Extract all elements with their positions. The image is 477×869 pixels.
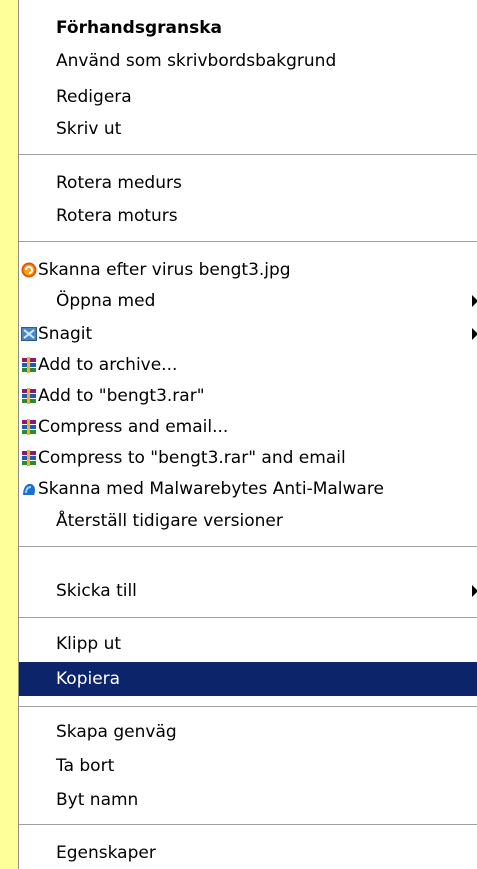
menu-separator (19, 706, 477, 708)
menu-item-add-to-archive[interactable]: Add to archive... (19, 349, 477, 381)
menu-item-rename[interactable]: Byt namn (19, 784, 477, 816)
menu-separator (19, 824, 477, 826)
menu-item-edit[interactable]: Redigera (19, 81, 477, 113)
snagit-icon (21, 327, 37, 341)
menu-separator (19, 546, 477, 548)
menu-item-label: Byt namn (56, 790, 139, 810)
menu-item-send-to[interactable]: Skicka till (19, 575, 477, 607)
menu-separator (19, 241, 477, 243)
menu-item-label: Redigera (56, 87, 132, 107)
menu-item-label: Skicka till (56, 581, 137, 601)
menu-item-label: Add to "bengt3.rar" (38, 386, 205, 406)
winrar-icon (22, 450, 36, 466)
menu-item-label: Klipp ut (56, 634, 122, 654)
malwarebytes-icon (23, 483, 35, 495)
menu-item-label: Skapa genväg (56, 722, 177, 742)
menu-item-label: Återställ tidigare versioner (56, 511, 283, 531)
menu-item-label: Egenskaper (56, 843, 156, 863)
menu-item-print[interactable]: Skriv ut (19, 113, 477, 145)
menu-item-add-to-rar[interactable]: Add to "bengt3.rar" (19, 380, 477, 412)
menu-item-set-desktop-background[interactable]: Använd som skrivbordsbakgrund (19, 45, 477, 77)
menu-item-open-with[interactable]: Öppna med (19, 285, 477, 317)
menu-item-snagit[interactable]: Snagit (19, 318, 477, 350)
menu-item-label: Skanna med Malwarebytes Anti-Malware (38, 479, 384, 499)
submenu-arrow-icon (472, 585, 477, 597)
menu-item-label: Förhandsgranska (56, 18, 222, 38)
menu-item-rotate-counterclockwise[interactable]: Rotera moturs (19, 200, 477, 232)
context-menu: Förhandsgranska Använd som skrivbordsbak… (18, 0, 477, 869)
menu-item-label: Ta bort (56, 756, 115, 776)
menu-item-cut[interactable]: Klipp ut (19, 628, 477, 660)
submenu-arrow-icon (472, 295, 477, 307)
winrar-icon (22, 357, 36, 373)
menu-item-create-shortcut[interactable]: Skapa genväg (19, 716, 477, 748)
menu-item-label: Rotera moturs (56, 206, 178, 226)
menu-item-compress-and-email[interactable]: Compress and email... (19, 411, 477, 443)
menu-item-label: Kopiera (56, 669, 121, 689)
menu-item-preview[interactable]: Förhandsgranska (19, 12, 477, 44)
menu-item-malwarebytes-scan[interactable]: Skanna med Malwarebytes Anti-Malware (19, 473, 477, 505)
antivirus-icon (21, 262, 37, 278)
menu-item-delete[interactable]: Ta bort (19, 750, 477, 782)
menu-item-label: Snagit (38, 324, 93, 344)
menu-item-label: Öppna med (56, 291, 156, 311)
menu-item-compress-to-rar-and-email[interactable]: Compress to "bengt3.rar" and email (19, 442, 477, 474)
menu-item-label: Compress and email... (38, 417, 229, 437)
menu-item-label: Compress to "bengt3.rar" and email (38, 448, 346, 468)
menu-item-scan-virus[interactable]: Skanna efter virus bengt3.jpg (19, 254, 477, 286)
menu-item-label: Add to archive... (38, 355, 178, 375)
menu-item-copy[interactable]: Kopiera (19, 662, 477, 696)
menu-item-rotate-clockwise[interactable]: Rotera medurs (19, 167, 477, 199)
menu-separator (19, 617, 477, 619)
menu-item-label: Skanna efter virus bengt3.jpg (38, 260, 291, 280)
menu-item-label: Använd som skrivbordsbakgrund (56, 51, 337, 71)
menu-separator (19, 154, 477, 156)
winrar-icon (22, 419, 36, 435)
menu-item-label: Skriv ut (56, 119, 122, 139)
winrar-icon (22, 388, 36, 404)
menu-item-restore-previous-versions[interactable]: Återställ tidigare versioner (19, 505, 477, 537)
menu-item-label: Rotera medurs (56, 173, 182, 193)
submenu-arrow-icon (472, 328, 477, 340)
menu-item-properties[interactable]: Egenskaper (19, 837, 477, 869)
